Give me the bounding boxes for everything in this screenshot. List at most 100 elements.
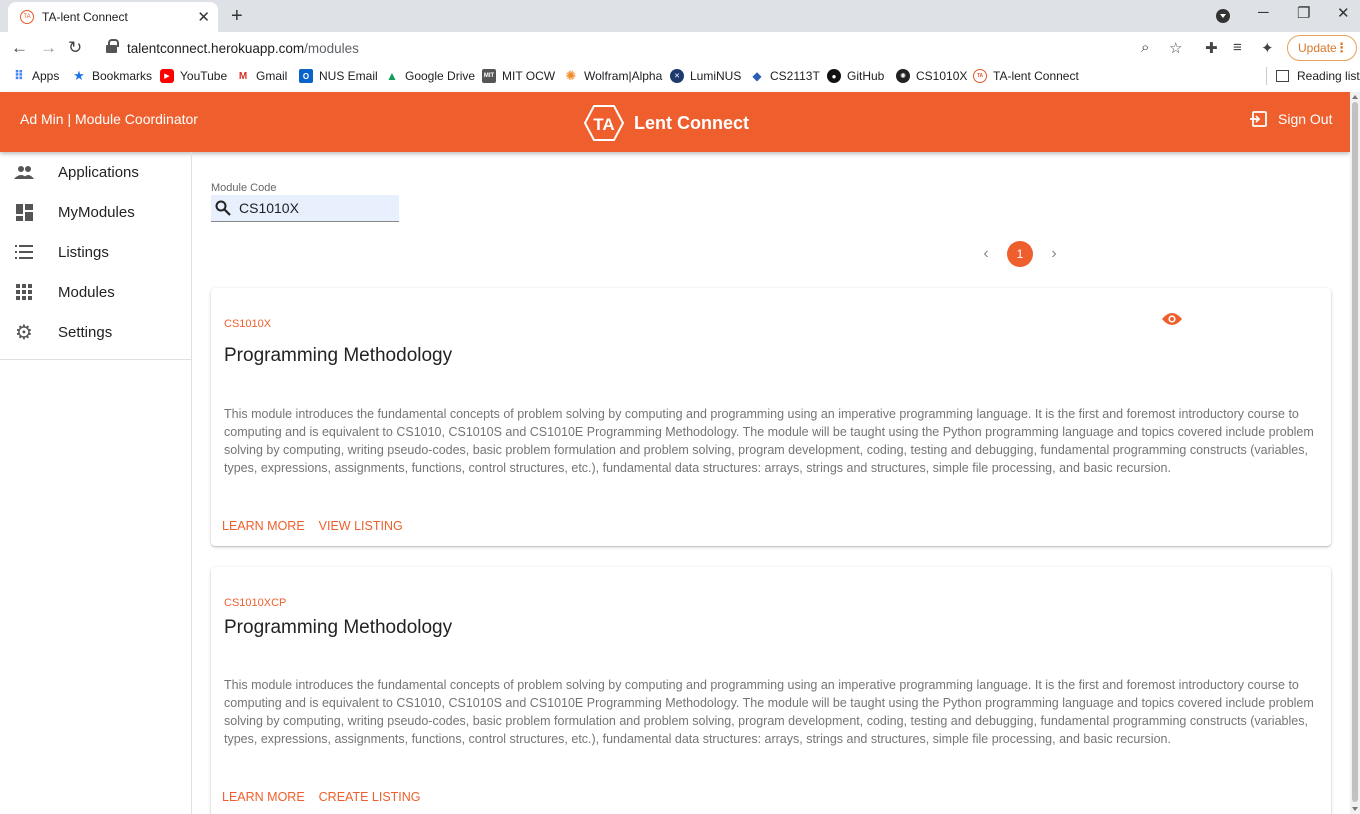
module-actions: LEARN MORE VIEW LISTING [222,519,417,533]
extensions-icon[interactable]: ✚ [1205,39,1218,57]
sidebar-item-settings[interactable]: ⚙ Settings [0,312,191,352]
scroll-up-icon[interactable] [1352,95,1358,99]
sidebar: Applications MyModules Listings Modules … [0,152,192,814]
sidebar-item-listings[interactable]: Listings [0,232,191,272]
module-code-input[interactable] [239,200,379,216]
update-button[interactable]: Update ⋮ [1287,35,1357,61]
reload-icon[interactable]: ↻ [68,38,82,58]
create-listing-button[interactable]: CREATE LISTING [319,790,421,804]
learn-more-button[interactable]: LEARN MORE [222,519,305,533]
sidebar-item-label: Settings [58,323,113,341]
cap-icon: ◆ [752,69,762,83]
apps-icon [14,282,34,302]
module-actions: LEARN MORE CREATE LISTING [222,790,435,804]
module-title: Programming Methodology [224,345,453,366]
module-code-label: Module Code [211,182,277,194]
view-listing-button[interactable]: VIEW LISTING [319,519,403,533]
mit-icon: MIT [482,69,496,83]
module-description: This module introduces the fundamental c… [224,678,1314,746]
module-card: CS1010XCP Programming Methodology This m… [211,567,1331,814]
sidebar-item-modules[interactable]: Modules [0,272,191,312]
apps-grid-icon: ⠿ [13,68,25,83]
wolfram-icon: ✺ [565,68,577,83]
app-header: Ad Min | Module Coordinator TA Lent Conn… [0,92,1350,152]
profile-icon[interactable] [1216,9,1230,23]
bookmark-wolfram[interactable]: ✺ Wolfram|Alpha [564,68,663,83]
scroll-down-icon[interactable] [1352,807,1358,811]
youtube-icon: ▶ [160,69,174,83]
bookmark-apps[interactable]: ⠿ Apps [12,68,59,83]
page-scrollbar[interactable] [1350,92,1360,814]
lock-icon[interactable] [106,38,119,54]
star-icon: ★ [73,68,85,83]
sign-out-label: Sign Out [1278,111,1333,127]
source-icon: ✺ [896,69,910,83]
module-title: Programming Methodology [224,617,453,638]
zoom-icon[interactable]: ⌕ [1141,39,1149,56]
next-page-icon[interactable]: › [1045,245,1063,263]
browser-tabstrip: TA TA-lent Connect ✕ + ─ ❐ ✕ [0,0,1360,32]
scrollbar-thumb[interactable] [1352,102,1358,802]
new-tab-icon[interactable]: + [231,6,243,26]
hexagon-logo-icon: TA [584,105,624,141]
ta-favicon-icon: TA [20,10,34,24]
prev-page-icon[interactable]: ‹ [977,245,995,263]
update-label: Update [1298,41,1337,55]
user-role-label: Ad Min | Module Coordinator [20,111,198,127]
url-path: /modules [304,40,359,56]
bookmark-github[interactable]: ● GitHub [827,69,884,83]
bookmark-cs1010x[interactable]: ✺ CS1010X [896,69,967,83]
gear-icon: ⚙ [15,321,33,344]
minimize-icon[interactable]: ─ [1258,4,1269,21]
main-content: Module Code ‹ 1 › CS1010X Programming Me… [192,152,1350,814]
bookmark-google-drive[interactable]: ▲ Google Drive [385,69,475,83]
bookmark-mit-ocw[interactable]: MIT MIT OCW [482,69,555,83]
close-tab-icon[interactable]: ✕ [197,8,210,26]
page-button[interactable]: 1 [1007,241,1033,267]
browser-toolbar: ← → ↻ talentconnect.herokuapp.com/module… [0,32,1360,64]
sidebar-item-mymodules[interactable]: MyModules [0,192,191,232]
module-description: This module introduces the fundamental c… [224,407,1314,475]
address-bar[interactable]: talentconnect.herokuapp.com/modules [96,35,1196,61]
bookmark-nus-email[interactable]: O NUS Email [299,69,378,83]
search-icon [215,200,231,216]
sign-out-icon [1250,111,1267,127]
sign-out-button[interactable]: Sign Out [1250,110,1332,128]
module-code: CS1010XCP [224,597,287,609]
learn-more-button[interactable]: LEARN MORE [222,790,305,804]
reading-list-icon [1276,70,1289,82]
list-icon [14,242,34,262]
bookmark-gmail[interactable]: M Gmail [236,69,288,83]
bookmarks-bar: ⠿ Apps ★ Bookmarks ▶ YouTube M Gmail O NUS Em… [0,64,1360,90]
forward-icon[interactable]: → [40,38,57,58]
brand-logo[interactable]: TA Lent Connect [584,105,749,141]
bookmark-youtube[interactable]: ▶ YouTube [160,69,227,83]
bookmark-cs2113t[interactable]: ◆ CS2113T [750,69,819,83]
module-code-search[interactable] [211,195,399,222]
tab-title: TA-lent Connect [42,10,128,24]
bookmark-luminus[interactable]: ✕ LumiNUS [670,69,741,83]
people-icon [14,162,34,182]
sidebar-item-label: MyModules [58,203,135,221]
restore-icon[interactable]: ❐ [1297,4,1310,22]
sidebar-item-applications[interactable]: Applications [0,152,191,192]
bookmark-bookmarks[interactable]: ★ Bookmarks [72,68,152,83]
bookmark-ta-lent-connect[interactable]: TA TA-lent Connect [973,69,1079,83]
browser-tab[interactable]: TA TA-lent Connect ✕ [8,2,218,32]
luminus-icon: ✕ [670,69,684,83]
outlook-icon: O [299,69,313,83]
close-window-icon[interactable]: ✕ [1337,4,1350,22]
module-card: CS1010X Programming Methodology This mod… [211,288,1331,546]
eye-icon[interactable] [1162,312,1182,326]
sidebar-item-label: Applications [58,163,139,181]
back-icon[interactable]: ← [11,38,28,58]
bookmarks-divider [1266,67,1267,85]
bookmark-star-icon[interactable]: ☆ [1169,39,1182,57]
svg-text:TA: TA [593,115,614,134]
media-icon[interactable]: ≡ [1233,39,1242,56]
pagination: ‹ 1 › [977,241,1063,267]
sidebar-item-label: Modules [58,283,115,301]
extension-bird-icon[interactable]: ✦ [1261,39,1274,57]
reading-list[interactable]: Reading list [1276,69,1360,83]
sidebar-item-label: Listings [58,243,109,261]
